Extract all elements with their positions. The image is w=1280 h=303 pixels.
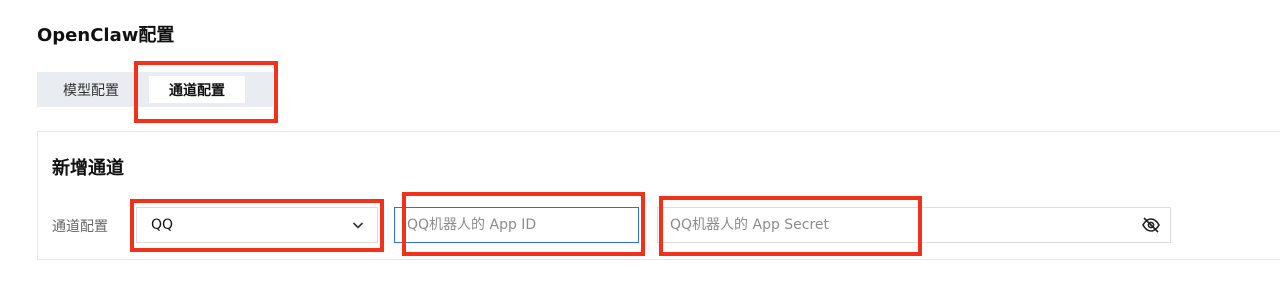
- page-title: OpenClaw配置: [37, 25, 175, 46]
- app-secret-input[interactable]: [657, 207, 1171, 243]
- channel-config-label: 通道配置: [52, 219, 108, 235]
- config-tabs: 模型配置 通道配置: [37, 72, 273, 107]
- app-id-input[interactable]: [394, 207, 639, 243]
- eye-off-icon[interactable]: [1141, 216, 1161, 234]
- tab-model-config[interactable]: 模型配置: [37, 72, 145, 107]
- channel-type-value: QQ: [151, 217, 174, 233]
- tab-channel-config[interactable]: 通道配置: [149, 76, 245, 103]
- channel-type-select[interactable]: QQ: [136, 207, 378, 243]
- section-title: 新增通道: [52, 158, 124, 179]
- chevron-down-icon: [351, 218, 365, 232]
